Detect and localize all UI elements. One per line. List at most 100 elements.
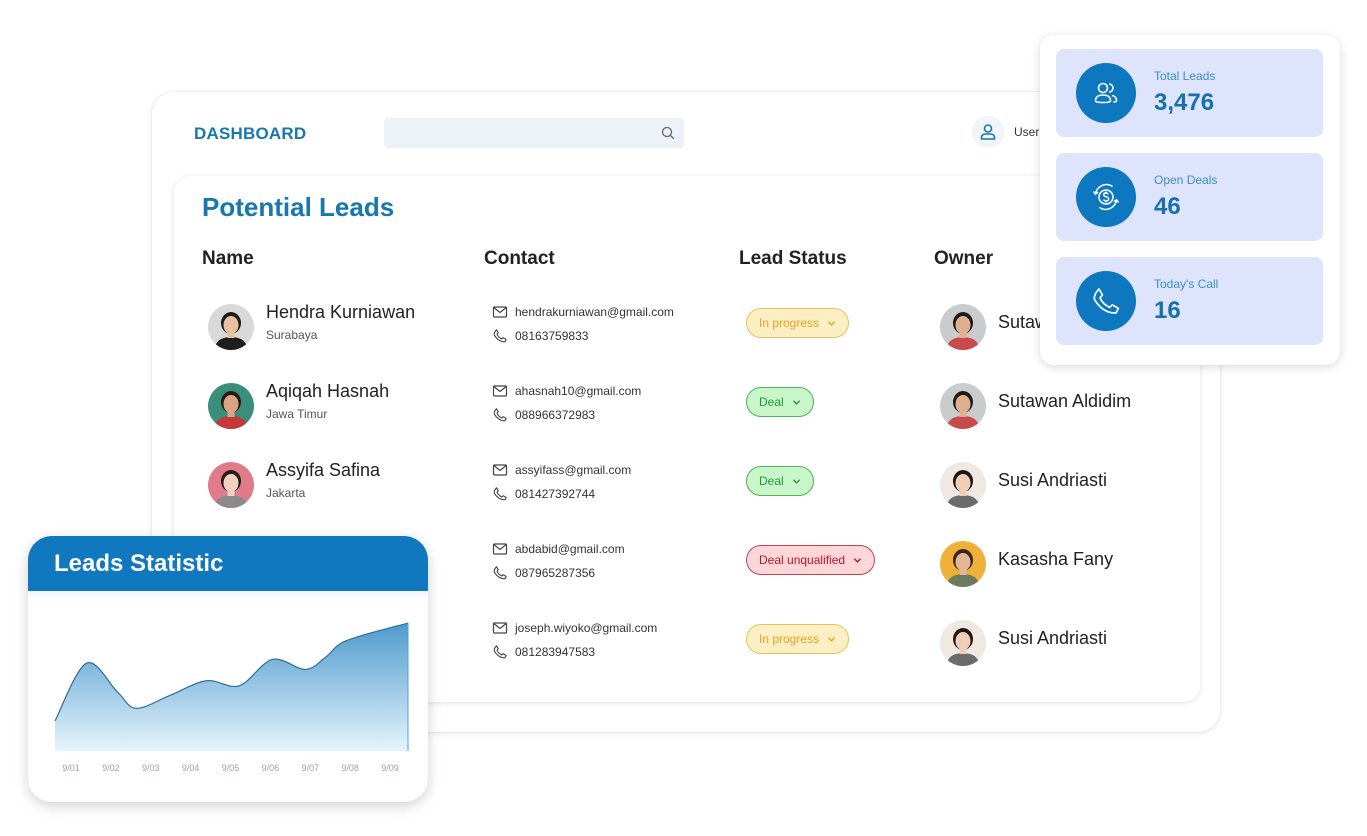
lead-phone[interactable]: 081427392744 [515, 487, 595, 501]
x-tick-label: 9/07 [301, 763, 319, 773]
lead-contact: ahasnah10@gmail.com 088966372983 [492, 379, 641, 427]
x-tick-label: 9/09 [381, 763, 399, 773]
lead-email[interactable]: abdabid@gmail.com [515, 542, 625, 556]
stat-value: 3,476 [1154, 89, 1215, 116]
lead-row[interactable]: Assyifa Safina Jakarta assyifass@gmail.co… [174, 454, 1200, 514]
lead-status-dropdown[interactable]: In progress [746, 308, 850, 338]
lead-contact: assyifass@gmail.com 081427392744 [492, 458, 631, 506]
lead-phone[interactable]: 087965287356 [515, 566, 595, 580]
lead-city: Jakarta [266, 486, 306, 500]
lead-contact: joseph.wiyoko@gmail.com 081283947583 [492, 616, 657, 664]
owner-avatar [940, 462, 986, 508]
email-line[interactable]: joseph.wiyoko@gmail.com [492, 616, 657, 640]
lead-phone[interactable]: 088966372983 [515, 408, 595, 422]
lead-photo [208, 383, 254, 429]
lead-status-dropdown[interactable]: Deal unqualified [746, 545, 876, 575]
x-tick-label: 9/08 [341, 763, 359, 773]
user-menu[interactable]: User [972, 116, 1039, 148]
chevron-down-icon [854, 557, 861, 563]
chevron-down-icon [792, 478, 800, 484]
dollar-cycle-icon [1076, 167, 1136, 227]
phone-icon [493, 645, 507, 659]
stat-label: Open Deals [1154, 173, 1218, 187]
mail-icon [492, 543, 508, 555]
phone-icon [493, 566, 507, 580]
owner-avatar [940, 541, 986, 587]
user-icon [980, 124, 996, 140]
email-line[interactable]: hendrakurniawan@gmail.com [492, 300, 674, 324]
search-icon[interactable] [660, 125, 676, 141]
phone-line[interactable]: 08163759833 [492, 324, 674, 348]
lead-name[interactable]: Aqiqah Hasnah [266, 381, 389, 402]
stat-tile-open-deals[interactable]: Open Deals 46 [1056, 153, 1323, 241]
users-icon [1076, 63, 1136, 123]
chevron-down-icon [828, 320, 835, 326]
lead-email[interactable]: ahasnah10@gmail.com [515, 384, 641, 398]
lead-status-dropdown[interactable]: Deal [746, 387, 814, 417]
owner-photo [940, 541, 986, 587]
panel-title: Potential Leads [202, 192, 395, 222]
owner-photo [940, 304, 986, 350]
x-tick-label: 9/05 [222, 763, 240, 773]
email-line[interactable]: ahasnah10@gmail.com [492, 379, 641, 403]
mail-icon [492, 464, 508, 476]
email-line[interactable]: abdabid@gmail.com [492, 537, 625, 561]
phone-line[interactable]: 088966372983 [492, 403, 641, 427]
phone-icon [1076, 271, 1136, 331]
lead-email[interactable]: assyifass@gmail.com [515, 463, 631, 477]
lead-contact: abdabid@gmail.com 087965287356 [492, 537, 625, 585]
lead-avatar [208, 462, 254, 508]
chart-title: Leads Statistic [28, 536, 428, 591]
lead-city: Surabaya [266, 328, 318, 342]
stat-value: 46 [1154, 193, 1181, 220]
stats-card: Total Leads 3,476 Open Deals 46 Today's … [1040, 35, 1340, 365]
stat-label: Total Leads [1154, 69, 1216, 83]
lead-status-dropdown[interactable]: In progress [746, 624, 850, 654]
owner-name[interactable]: Kasasha Fany [998, 549, 1113, 570]
x-tick-label: 9/03 [142, 763, 160, 773]
chart-divider [28, 591, 428, 603]
user-label[interactable]: User [1014, 125, 1039, 139]
stat-tile-today-s-call[interactable]: Today's Call 16 [1056, 257, 1323, 345]
phone-line[interactable]: 087965287356 [492, 561, 625, 585]
owner-photo [940, 620, 986, 666]
owner-name[interactable]: Susi Andriasti [998, 470, 1107, 491]
column-header-owner: Owner [934, 248, 994, 269]
column-header-lead-status: Lead Status [739, 248, 847, 269]
owner-name[interactable]: Susi Andriasti [998, 628, 1107, 649]
owner-avatar [940, 620, 986, 666]
owner-photo [940, 462, 986, 508]
chevron-down-icon [828, 636, 835, 642]
phone-line[interactable]: 081427392744 [492, 482, 631, 506]
email-line[interactable]: assyifass@gmail.com [492, 458, 631, 482]
lead-status-label: Deal [759, 474, 784, 488]
column-header-name: Name [202, 248, 254, 269]
owner-name[interactable]: Sutawan Aldidim [998, 391, 1131, 412]
lead-city: Jawa Timur [266, 407, 328, 421]
user-avatar[interactable] [972, 116, 1004, 148]
lead-avatar [208, 383, 254, 429]
x-tick-label: 9/01 [62, 763, 80, 773]
stat-label: Today's Call [1154, 277, 1219, 291]
lead-status-label: Deal unqualified [759, 553, 846, 567]
lead-name[interactable]: Hendra Kurniawan [266, 302, 415, 323]
lead-phone[interactable]: 08163759833 [515, 329, 588, 343]
search-input[interactable] [384, 118, 684, 148]
chart-area-fill [55, 623, 408, 751]
lead-row[interactable]: Aqiqah Hasnah Jawa Timur ahasnah10@gmail.… [174, 375, 1200, 435]
lead-phone[interactable]: 081283947583 [515, 645, 595, 659]
stat-value: 16 [1154, 297, 1181, 324]
lead-email[interactable]: hendrakurniawan@gmail.com [515, 305, 674, 319]
lead-name[interactable]: Assyifa Safina [266, 460, 380, 481]
lead-photo [208, 462, 254, 508]
lead-contact: hendrakurniawan@gmail.com 08163759833 [492, 300, 674, 348]
lead-email[interactable]: joseph.wiyoko@gmail.com [515, 621, 657, 635]
phone-line[interactable]: 081283947583 [492, 640, 657, 664]
owner-avatar [940, 383, 986, 429]
lead-status-dropdown[interactable]: Deal [746, 466, 814, 496]
stat-tile-total-leads[interactable]: Total Leads 3,476 [1056, 49, 1323, 137]
x-tick-label: 9/06 [262, 763, 280, 773]
mail-icon [492, 622, 508, 634]
lead-avatar [208, 304, 254, 350]
column-header-contact: Contact [484, 248, 555, 269]
